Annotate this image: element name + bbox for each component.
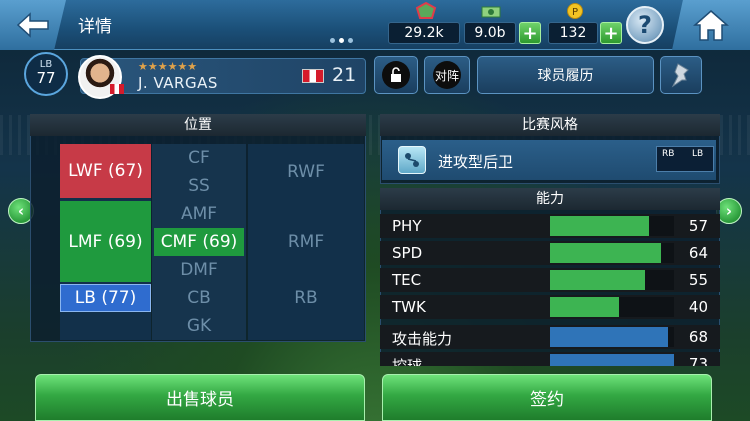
position-rmf[interactable]: RMF <box>248 200 364 284</box>
position-badge: LB 77 <box>24 52 68 96</box>
svg-text:P: P <box>572 7 578 18</box>
pin-button[interactable] <box>660 56 702 94</box>
sell-player-button[interactable]: 出售球员 <box>35 374 365 421</box>
ability-bar-fill <box>550 216 649 236</box>
career-history-button[interactable]: 球员履历 <box>477 56 654 94</box>
coin-icon: P <box>567 3 583 19</box>
ability-label: 控球 <box>392 357 423 366</box>
avatar-flag-icon <box>110 84 124 94</box>
play-style-name: 进攻型后卫 <box>438 153 514 171</box>
ability-row: TWK 40 <box>380 295 720 319</box>
page-dot <box>330 38 335 43</box>
coins-value: 132 <box>548 22 598 44</box>
ability-row: TEC 55 <box>380 268 720 292</box>
play-style-icon <box>398 146 426 174</box>
ability-label: TWK <box>392 298 426 316</box>
play-style-tag-lb: LB <box>692 149 704 159</box>
position-dmf[interactable]: DMF <box>152 256 246 284</box>
position-panel-title: 位置 <box>30 114 366 136</box>
page-title: 详情 <box>78 17 112 37</box>
ability-row: SPD 64 <box>380 241 720 265</box>
position-rwf[interactable]: RWF <box>248 144 364 200</box>
position-lwf[interactable]: LWF (67) <box>60 144 151 198</box>
position-rb[interactable]: RB <box>248 284 364 312</box>
add-coins-button[interactable]: + <box>600 22 622 44</box>
position-amf[interactable]: AMF <box>152 200 246 228</box>
gp-value: 29.2k <box>388 22 460 44</box>
player-name: J. VARGAS <box>138 74 218 92</box>
ability-bar-fill <box>550 297 619 317</box>
add-money-button[interactable]: + <box>519 22 541 44</box>
player-stars: ★★★★★★ <box>138 60 197 73</box>
money-value: 9.0b <box>464 22 516 44</box>
back-arrow-icon <box>16 12 49 38</box>
ability-value: 40 <box>688 298 708 316</box>
ability-row: 控球 73 <box>380 352 720 366</box>
position-lb[interactable]: LB (77) <box>60 284 151 312</box>
ability-bar-track <box>550 216 674 236</box>
position-lmf[interactable]: LMF (69) <box>60 201 151 282</box>
ability-bar-track <box>550 297 674 317</box>
ability-bar-fill <box>550 270 645 290</box>
ability-bar-track <box>550 327 674 347</box>
money-icon <box>481 6 501 18</box>
ability-label: PHY <box>392 217 422 235</box>
home-icon <box>693 10 729 41</box>
ability-row: PHY 57 <box>380 214 720 238</box>
position-cb[interactable]: CB <box>152 284 246 312</box>
ability-bar-track <box>550 354 674 366</box>
nationality-flag-icon <box>302 69 324 83</box>
page-dot <box>348 38 353 43</box>
gp-icon <box>415 2 437 19</box>
ability-label: TEC <box>392 271 422 289</box>
jersey-number: 21 <box>332 64 357 86</box>
help-button[interactable]: ? <box>626 6 664 44</box>
page-dot-active <box>339 38 344 43</box>
ability-row: 攻击能力 68 <box>380 325 720 349</box>
ability-value: 64 <box>688 244 708 262</box>
position-cmf[interactable]: CMF (69) <box>154 228 244 256</box>
ability-bar-fill <box>550 354 674 366</box>
match-button-label: 对阵 <box>433 61 461 89</box>
match-button[interactable]: 对阵 <box>424 56 470 94</box>
ability-value: 55 <box>688 271 708 289</box>
play-style-tag-rb: RB <box>662 149 675 159</box>
ability-value: 73 <box>688 355 708 366</box>
back-button[interactable] <box>0 0 66 50</box>
sign-button[interactable]: 签约 <box>382 374 712 421</box>
lock-button[interactable] <box>374 56 418 94</box>
ability-bar-track <box>550 270 674 290</box>
pin-icon <box>671 63 689 88</box>
play-style-title: 比赛风格 <box>380 114 720 136</box>
ability-value: 68 <box>688 328 708 346</box>
position-cf[interactable]: CF <box>152 144 246 172</box>
home-button[interactable] <box>672 0 750 50</box>
lock-icon <box>382 61 410 89</box>
top-bar: 详情 29.2k 9.0b + P 132 + ? <box>0 0 750 50</box>
ability-bar-fill <box>550 327 668 347</box>
ability-bar-fill <box>550 243 661 263</box>
ability-bar-track <box>550 243 674 263</box>
position-badge-value: 77 <box>36 69 56 87</box>
ability-label: SPD <box>392 244 423 262</box>
position-gk[interactable]: GK <box>152 312 246 340</box>
ability-panel-title: 能力 <box>380 188 720 210</box>
stars-rating: ★★★★★★ <box>138 60 198 73</box>
ability-value: 57 <box>688 217 708 235</box>
page-indicator <box>330 38 353 43</box>
ability-label: 攻击能力 <box>392 330 453 348</box>
position-ss[interactable]: SS <box>152 172 246 200</box>
